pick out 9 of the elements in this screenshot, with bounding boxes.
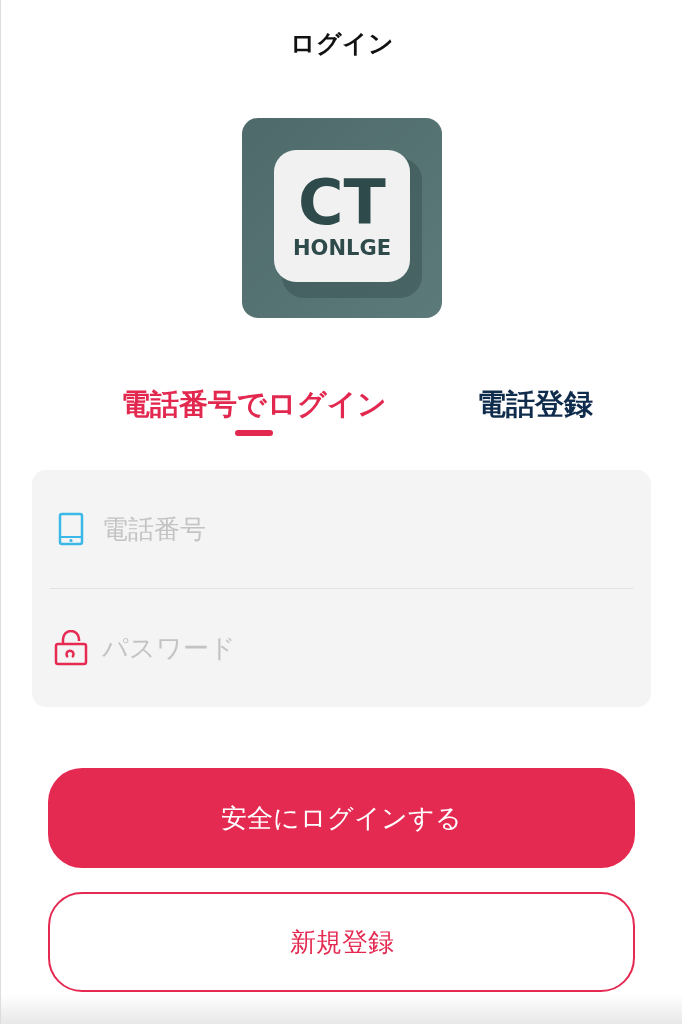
lock-icon [54, 630, 88, 666]
phone-icon [58, 512, 84, 546]
tab[interactable]: 電話登録 [476, 384, 593, 424]
tab[interactable]: 電話番号でログイン [120, 384, 387, 424]
page-title: ログイン [289, 28, 394, 60]
app-logo: CT HONLGE [241, 118, 442, 318]
tab-indicator [234, 430, 273, 436]
login-button[interactable]: 安全にログインする [48, 768, 635, 868]
register-button[interactable]: 新規登録 [48, 892, 635, 992]
